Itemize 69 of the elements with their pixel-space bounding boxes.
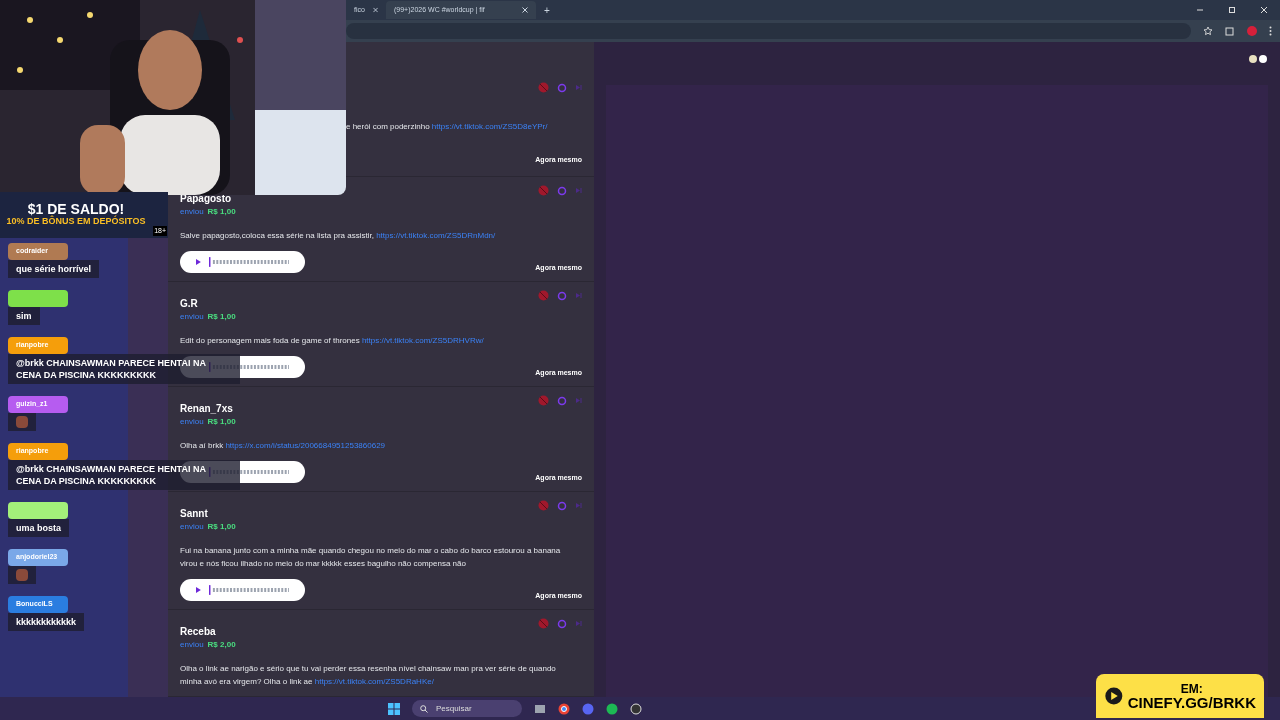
chat-message: kkkkkkkkkkkk [8,613,85,631]
message-link[interactable]: https://vt.tiktok.com/ZS5DRHVRw/ [361,336,484,345]
star-icon[interactable] [1203,26,1213,36]
chat-message: sim [8,307,40,325]
browser-icon[interactable] [558,702,570,715]
promo-label: EM: [1180,682,1203,695]
block-icon[interactable] [538,395,549,406]
search-icon [420,704,428,713]
sent-label: enviou [180,639,204,651]
block-icon[interactable] [538,185,549,196]
donation-message: e herói com poderzinho https://vt.tiktok.com/ZS5D8eYPr/ [346,121,549,133]
donation-message: Olha o link ae narigão e sério que tu vai perder essa resenha nível chainsaw man pra ver série de quando minha avó era virgem? Olha o link ae https://vt.tiktok.com/ZS5DRaHKe/ [180,663,557,688]
play-icon[interactable] [196,587,201,593]
donation-amount: R$ 1,00 [207,206,236,218]
search-placeholder: Pesquisar [436,702,472,715]
maximize-icon[interactable] [1228,6,1236,14]
waveform-icon [208,585,289,595]
audio-player[interactable] [180,251,305,273]
sent-label: enviou [180,521,204,533]
theme-toggle-icon[interactable] [1248,54,1268,64]
close-icon[interactable] [522,7,528,13]
ad-headline: $1 DE SALDO! [27,202,125,217]
block-icon[interactable] [538,618,549,629]
block-icon[interactable] [538,82,549,93]
block-icon[interactable] [538,290,549,301]
donation-amount: R$ 1,00 [207,416,236,428]
donation-message: Olha aí brkk https://x.com/i/status/2006684951253860629 [180,440,387,452]
message-link[interactable]: https://vt.tiktok.com/ZS5DRaHKe/ [314,677,434,686]
menu-icon[interactable] [1269,26,1272,36]
windows-start-icon[interactable] [388,702,400,715]
sent-label: enviou [180,206,204,218]
donor-name: Receba [180,625,217,639]
donor-name: Sannt [180,507,209,521]
message-link[interactable]: https://vt.tiktok.com/ZS5D8eYPr/ [431,122,548,131]
recorder-app-icon[interactable] [630,702,642,715]
message-link[interactable]: https://x.com/i/status/2006684951253860629 [225,441,386,450]
profile-avatar[interactable] [1247,26,1257,36]
promo-url: CINEFY.GG/BRKK [1127,694,1256,710]
donation-message: Edit do personagem mais foda de game of thrones https://vt.tiktok.com/ZS5DRHVRw/ [180,335,485,347]
donor-name: G.R [180,297,199,311]
donor-name: Papagosto [180,192,233,206]
emote-icon [16,416,28,428]
sent-label: enviou [180,416,204,428]
donor-name: Renan_7xs [180,402,234,416]
message-link[interactable]: https://vt.tiktok.com/ZS5DRnMdn/ [376,231,496,240]
chat-message: @brkk CHAINSAWMAN PARECE HENTAI NA CENA DA PISCINA KKKKKKKKK [8,460,240,490]
block-icon[interactable] [538,500,549,511]
task-view-icon[interactable] [534,702,546,715]
chat-app-icon[interactable] [582,702,594,715]
chat-message: @brkk CHAINSAWMAN PARECE HENTAI NA CENA DA PISCINA KKKKKKKKK [8,354,240,384]
play-icon[interactable] [196,259,201,265]
new-tab-button[interactable]: + [544,2,550,18]
sent-label: enviou [180,311,204,323]
chat-message: uma bosta [8,519,69,537]
close-icon[interactable] [372,7,378,13]
taskbar-search[interactable]: Pesquisar [412,700,522,717]
waveform-icon [208,257,289,267]
donation-amount: R$ 1,00 [207,311,236,323]
donation-amount: R$ 2,00 [207,639,236,651]
donation-message: Fui na banana junto com a minha mãe quando chegou no meio do mar o cabo do barco estourou a banana virou e nós ficou ilhado no meio do mar kkkkk esses bagulho não compensa não [180,545,562,570]
close-icon[interactable] [1260,6,1268,14]
ad-subheadline: 10% DE BÔNUS EM DEPÓSITOS [6,216,146,228]
audio-player[interactable] [180,579,305,601]
donation-amount: R$ 1,00 [207,521,236,533]
music-app-icon[interactable] [606,702,618,715]
donation-message: Salve papagosto,coloca essa série na lista pra assistir, https://vt.tiktok.com/ZS5DRnMdn/ [180,230,497,242]
minimize-icon[interactable] [1196,6,1204,14]
chat-message: que série horrível [8,260,100,278]
emote-icon [16,569,28,581]
